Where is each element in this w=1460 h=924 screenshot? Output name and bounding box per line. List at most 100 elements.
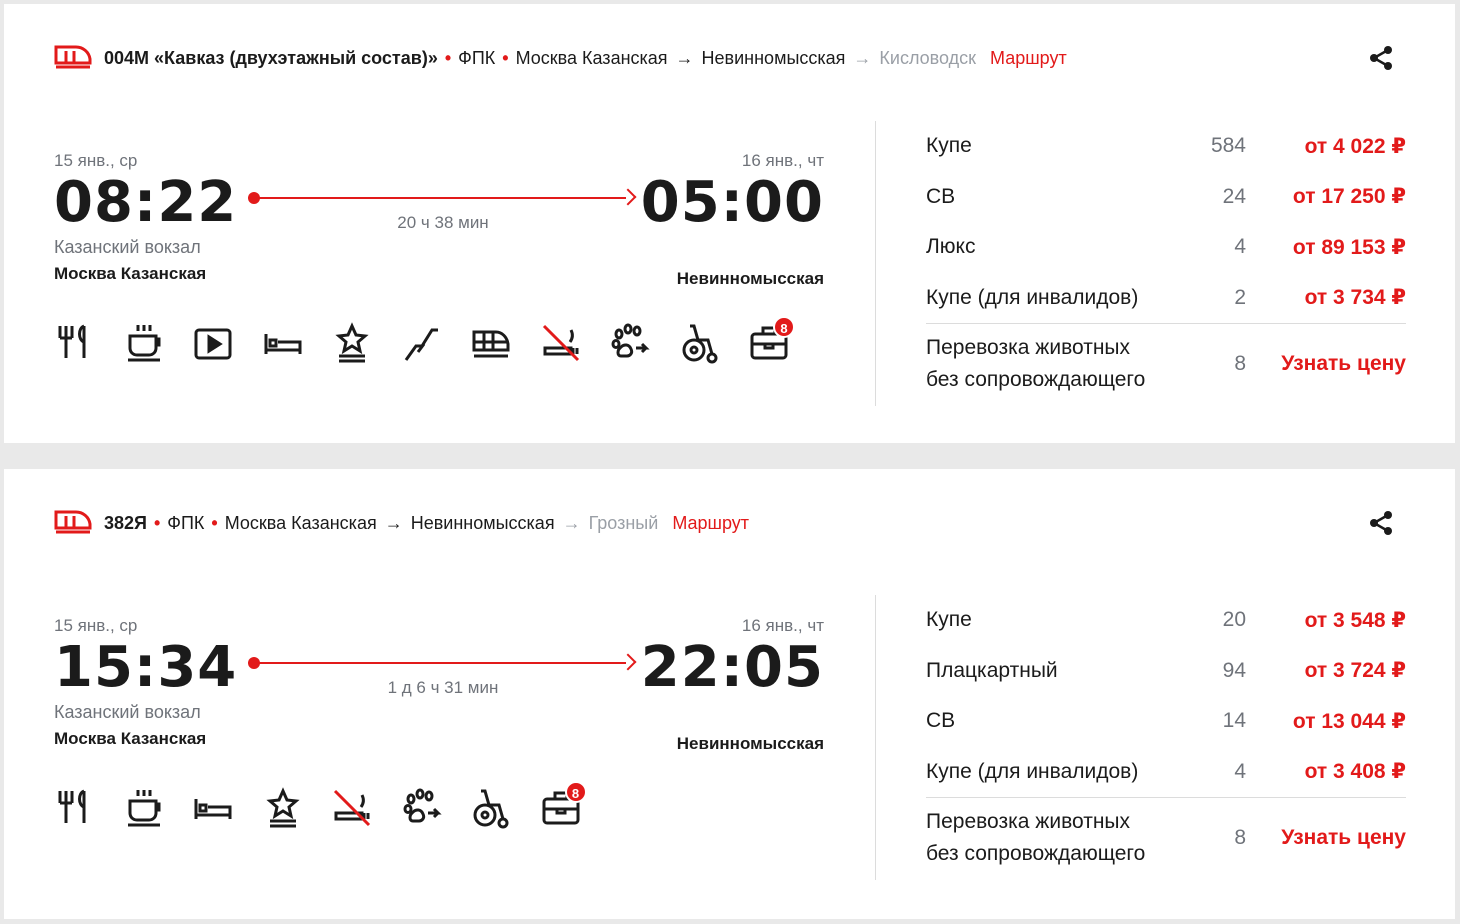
class-row[interactable]: Купе (для инвалидов) 4 от 3 408 ₽ [926, 747, 1406, 798]
class-price[interactable]: от 3 734 ₽ [1246, 285, 1406, 310]
luggage-badge: 8 [564, 781, 587, 803]
class-row[interactable]: Купе 20 от 3 548 ₽ [926, 595, 1406, 646]
arrow-right-icon: → [853, 47, 872, 68]
coffee-icon[interactable] [124, 322, 164, 368]
coffee-icon[interactable] [124, 787, 164, 833]
class-name: Купе [926, 134, 972, 158]
departure-vokzal: Казанский вокзал [54, 702, 201, 722]
train-header: 004М «Кавказ (двухэтажный состав)» • ФПК… [54, 44, 1067, 72]
rzd-logo-icon [54, 45, 92, 69]
luggage-icon[interactable]: 8 [749, 316, 795, 368]
departure-block: 15 янв., ср 08:22 Казанский вокзал Москв… [54, 151, 237, 284]
class-row[interactable]: СВ 14 от 13 044 ₽ [926, 696, 1406, 747]
pets-row[interactable]: Перевозка животных без сопровождающего 8 Уз… [926, 798, 1406, 878]
class-row[interactable]: Люкс 4 от 89 153 ₽ [926, 222, 1406, 273]
pets-label: Перевозка животных без сопровождающего [926, 806, 1186, 870]
stairs-icon[interactable] [402, 322, 442, 368]
restaurant-icon[interactable] [54, 322, 94, 368]
pets-label-line2: без сопровождающего [926, 842, 1146, 865]
premium-icon[interactable] [332, 322, 372, 368]
premium-icon[interactable] [263, 787, 303, 833]
train-header: 382Я • ФПК • Москва Казанская → Невинном… [54, 509, 749, 537]
seat-count: 4 [1234, 235, 1246, 259]
arrival-block: 16 янв., чт 05:00 Невинномысская [641, 151, 824, 289]
amenities: 8 [54, 316, 819, 368]
pets-price-link[interactable]: Узнать цену [1246, 352, 1406, 376]
luggage-badge: 8 [773, 316, 795, 338]
class-row[interactable]: Плацкартный 94 от 3 724 ₽ [926, 646, 1406, 697]
route-link[interactable]: Маршрут [990, 48, 1067, 69]
pets-icon[interactable] [402, 787, 442, 833]
pets-label: Перевозка животных без сопровождающего [926, 332, 1186, 396]
class-name: Купе (для инвалидов) [926, 285, 1139, 309]
pets-icon[interactable] [610, 322, 650, 368]
vertical-divider [875, 121, 876, 406]
departure-date: 15 янв., ср [54, 151, 138, 170]
price-list: Купе 20 от 3 548 ₽ Плацкартный 94 от 3 724 ₽… [926, 595, 1406, 878]
bed-icon[interactable] [263, 322, 303, 368]
seat-count: 20 [1222, 608, 1246, 632]
arrow-right-icon: → [384, 512, 403, 533]
class-row[interactable]: СВ 24 от 17 250 ₽ [926, 172, 1406, 223]
no-smoking-icon[interactable] [541, 322, 581, 368]
train-number: 004М «Кавказ (двухэтажный состав)» [104, 47, 438, 68]
double-decker-icon[interactable] [471, 322, 511, 368]
journey-line [248, 188, 638, 206]
seat-count: 4 [1234, 759, 1246, 783]
class-price[interactable]: от 17 250 ₽ [1246, 184, 1406, 209]
seat-count: 14 [1222, 709, 1246, 733]
bed-icon[interactable] [193, 787, 233, 833]
arrival-block: 16 янв., чт 22:05 Невинномысская [641, 616, 824, 754]
class-price[interactable]: от 4 022 ₽ [1246, 134, 1406, 159]
class-name: Купе [926, 608, 972, 632]
pets-row[interactable]: Перевозка животных без сопровождающего 8 Уз… [926, 324, 1406, 404]
carrier: ФПК [458, 47, 496, 68]
departure-vokzal: Казанский вокзал [54, 237, 201, 257]
class-name: Плацкартный [926, 658, 1058, 682]
departure-block: 15 янв., ср 15:34 Казанский вокзал Москв… [54, 616, 237, 749]
train-card[interactable]: 382Я • ФПК • Москва Казанская → Невинном… [4, 469, 1455, 919]
class-price[interactable]: от 3 548 ₽ [1246, 608, 1406, 633]
departure-time: 08:22 [54, 170, 238, 235]
pets-price-link[interactable]: Узнать цену [1246, 826, 1406, 850]
pets-label-line1: Перевозка животных [926, 336, 1131, 359]
route-to: Невинномысская [410, 512, 555, 533]
arrow-right-icon: → [675, 47, 694, 68]
seat-count: 24 [1222, 184, 1246, 208]
seat-count: 584 [1210, 134, 1246, 158]
price-list: Купе 584 от 4 022 ₽ СВ 24 от 17 250 ₽ Люкс 4 о… [926, 121, 1406, 404]
train-card[interactable]: 004М «Кавказ (двухэтажный состав)» • ФПК… [4, 4, 1455, 443]
class-price[interactable]: от 89 153 ₽ [1246, 235, 1406, 260]
seat-count: 94 [1222, 658, 1246, 682]
luggage-icon[interactable]: 8 [541, 781, 587, 833]
arrival-station: Невинномысская [676, 269, 824, 288]
arrow-right-icon: → [562, 512, 581, 533]
restaurant-icon[interactable] [54, 787, 94, 833]
route-link[interactable]: Маршрут [672, 513, 749, 534]
wheelchair-icon[interactable] [471, 787, 511, 833]
arrival-time: 05:00 [640, 170, 824, 235]
video-icon[interactable] [193, 322, 233, 368]
departure-time: 15:34 [54, 635, 238, 700]
carrier: ФПК [167, 512, 205, 533]
class-name: Люкс [926, 235, 976, 259]
route-from: Москва Казанская [515, 47, 668, 68]
pets-label-line2: без сопровождающего [926, 368, 1146, 391]
seat-count: 8 [1234, 826, 1246, 849]
share-icon[interactable] [1367, 509, 1395, 537]
share-icon[interactable] [1367, 44, 1395, 72]
class-row[interactable]: Купе 584 от 4 022 ₽ [926, 121, 1406, 172]
route-to: Невинномысская [701, 47, 846, 68]
journey-duration: 1 д 6 ч 31 мин [387, 678, 499, 697]
no-smoking-icon[interactable] [332, 787, 372, 833]
train-number: 382Я [104, 512, 147, 533]
separator-dot: • [211, 512, 218, 533]
arrival-station: Невинномысская [676, 734, 824, 753]
class-price[interactable]: от 3 724 ₽ [1246, 658, 1406, 683]
class-row[interactable]: Купе (для инвалидов) 2 от 3 734 ₽ [926, 273, 1406, 324]
arrival-date: 16 янв., чт [741, 616, 824, 635]
class-price[interactable]: от 13 044 ₽ [1246, 709, 1406, 734]
wheelchair-icon[interactable] [680, 322, 720, 368]
class-price[interactable]: от 3 408 ₽ [1246, 759, 1406, 784]
journey-line [248, 653, 638, 671]
